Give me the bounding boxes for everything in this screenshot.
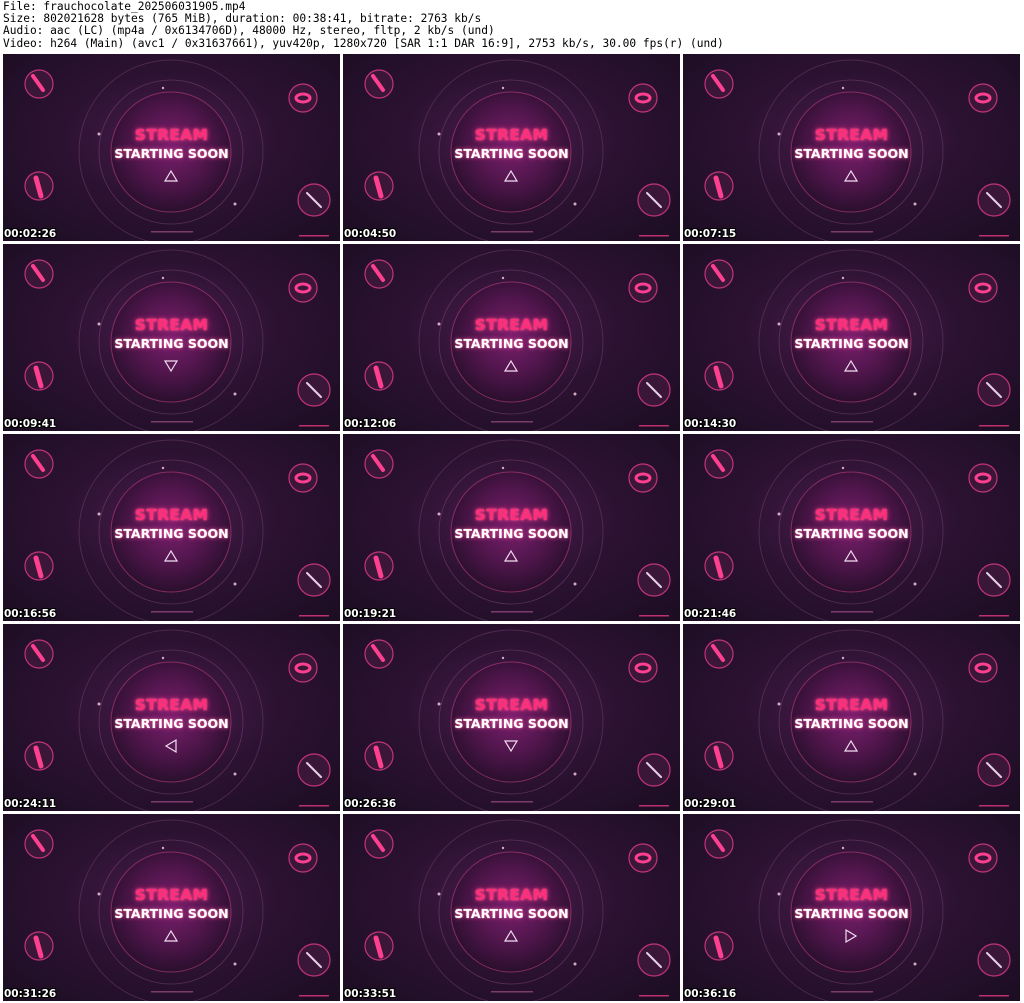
frame-timestamp: 00:19:21	[344, 608, 397, 620]
audio-info-line: Audio: aac (LC) (mp4a / 0x6134706D), 480…	[3, 24, 495, 38]
toy-icon-top-right	[968, 463, 998, 493]
stream-title: STREAM	[474, 696, 549, 714]
stream-title: STREAM	[134, 126, 209, 144]
toy-icon-top-right	[628, 83, 658, 113]
frame-thumbnail-14[interactable]: STREAM STARTING SOON 00:33:51	[343, 814, 680, 1001]
frame-thumbnail-10[interactable]: STREAM STARTING SOON 00:24:11	[3, 624, 340, 811]
frame-thumbnail-5[interactable]: STREAM STARTING SOON 00:12:06	[343, 244, 680, 431]
toy-icon-top-right	[288, 83, 318, 113]
toy-icon-top-right	[968, 273, 998, 303]
stream-title: STREAM	[814, 126, 889, 144]
frame-thumbnail-4[interactable]: STREAM STARTING SOON 00:09:41	[3, 244, 340, 431]
thumbnail-grid: STREAM STARTING SOON 00:02:26 STREAM STA…	[3, 54, 1023, 1002]
toy-icon-top-right	[968, 83, 998, 113]
stream-title: STREAM	[474, 506, 549, 524]
frame-timestamp: 00:24:11	[4, 798, 57, 810]
file-info-header: File: frauchocolate_202506031905.mp4 Size…	[3, 0, 724, 50]
frame-thumbnail-1[interactable]: STREAM STARTING SOON 00:02:26	[3, 54, 340, 241]
video-info-line: Video: h264 (Main) (avc1 / 0x31637661), …	[3, 36, 724, 50]
frame-thumbnail-2[interactable]: STREAM STARTING SOON 00:04:50	[343, 54, 680, 241]
frame-timestamp: 00:21:46	[684, 608, 737, 620]
stream-title: STREAM	[134, 316, 209, 334]
frame-thumbnail-12[interactable]: STREAM STARTING SOON 00:29:01	[683, 624, 1020, 811]
toy-icon-top-right	[288, 653, 318, 683]
starting-soon-subtitle: STARTING SOON	[454, 146, 569, 161]
frame-timestamp: 00:09:41	[4, 418, 57, 430]
starting-soon-subtitle: STARTING SOON	[794, 906, 909, 921]
stream-title: STREAM	[134, 696, 209, 714]
stream-title: STREAM	[474, 316, 549, 334]
frame-timestamp: 00:16:56	[4, 608, 57, 620]
starting-soon-subtitle: STARTING SOON	[794, 716, 909, 731]
toy-icon-top-right	[968, 653, 998, 683]
frame-thumbnail-7[interactable]: STREAM STARTING SOON 00:16:56	[3, 434, 340, 621]
frame-thumbnail-9[interactable]: STREAM STARTING SOON 00:21:46	[683, 434, 1020, 621]
toy-icon-top-right	[288, 463, 318, 493]
starting-soon-subtitle: STARTING SOON	[454, 336, 569, 351]
starting-soon-subtitle: STARTING SOON	[114, 336, 229, 351]
frame-timestamp: 00:02:26	[4, 228, 57, 240]
frame-thumbnail-8[interactable]: STREAM STARTING SOON 00:19:21	[343, 434, 680, 621]
frame-timestamp: 00:33:51	[344, 988, 397, 1000]
starting-soon-subtitle: STARTING SOON	[794, 146, 909, 161]
toy-icon-top-right	[628, 273, 658, 303]
toy-icon-top-right	[628, 463, 658, 493]
frame-timestamp: 00:12:06	[344, 418, 397, 430]
frame-timestamp: 00:04:50	[344, 228, 397, 240]
starting-soon-subtitle: STARTING SOON	[794, 336, 909, 351]
frame-thumbnail-15[interactable]: STREAM STARTING SOON 00:36:16	[683, 814, 1020, 1001]
frame-timestamp: 00:26:36	[344, 798, 397, 810]
stream-title: STREAM	[814, 506, 889, 524]
starting-soon-subtitle: STARTING SOON	[454, 906, 569, 921]
stream-title: STREAM	[134, 886, 209, 904]
frame-timestamp: 00:07:15	[684, 228, 737, 240]
stream-title: STREAM	[474, 126, 549, 144]
starting-soon-subtitle: STARTING SOON	[114, 526, 229, 541]
starting-soon-subtitle: STARTING SOON	[794, 526, 909, 541]
toy-icon-top-right	[288, 843, 318, 873]
stream-title: STREAM	[474, 886, 549, 904]
stream-title: STREAM	[814, 316, 889, 334]
frame-timestamp: 00:14:30	[684, 418, 737, 430]
toy-icon-top-right	[968, 843, 998, 873]
toy-icon-top-right	[288, 273, 318, 303]
starting-soon-subtitle: STARTING SOON	[454, 526, 569, 541]
frame-thumbnail-3[interactable]: STREAM STARTING SOON 00:07:15	[683, 54, 1020, 241]
starting-soon-subtitle: STARTING SOON	[114, 716, 229, 731]
toy-icon-top-right	[628, 653, 658, 683]
frame-thumbnail-13[interactable]: STREAM STARTING SOON 00:31:26	[3, 814, 340, 1001]
stream-title: STREAM	[814, 696, 889, 714]
frame-thumbnail-6[interactable]: STREAM STARTING SOON 00:14:30	[683, 244, 1020, 431]
stream-title: STREAM	[134, 506, 209, 524]
starting-soon-subtitle: STARTING SOON	[114, 146, 229, 161]
toy-icon-top-right	[628, 843, 658, 873]
starting-soon-subtitle: STARTING SOON	[454, 716, 569, 731]
frame-timestamp: 00:36:16	[684, 988, 737, 1000]
frame-thumbnail-11[interactable]: STREAM STARTING SOON 00:26:36	[343, 624, 680, 811]
frame-timestamp: 00:29:01	[684, 798, 737, 810]
stream-title: STREAM	[814, 886, 889, 904]
starting-soon-subtitle: STARTING SOON	[114, 906, 229, 921]
frame-timestamp: 00:31:26	[4, 988, 57, 1000]
